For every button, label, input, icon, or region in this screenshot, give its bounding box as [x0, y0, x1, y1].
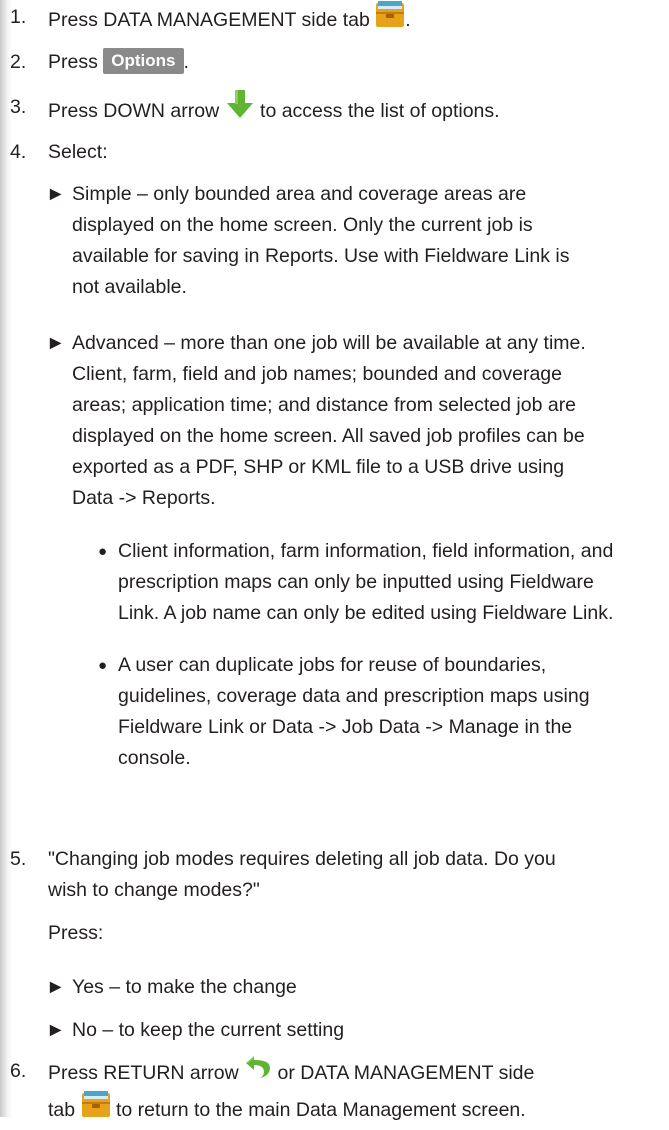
data-management-tab-icon	[375, 0, 405, 38]
step-text: Press RETURN arrow or DATA MANAGEMENT si…	[48, 1056, 660, 1130]
step-number: 3.	[10, 96, 27, 118]
triangle-bullet: ►	[46, 332, 66, 354]
dot-bullet: ●	[98, 543, 108, 560]
step-text: Press DATA MANAGEMENT side tab .	[48, 0, 660, 40]
step-number: 4.	[10, 141, 27, 163]
step-number: 1.	[10, 6, 27, 28]
step-text: Press Options.	[48, 47, 660, 78]
triangle-bullet: ►	[46, 183, 66, 205]
down-arrow-icon	[225, 89, 255, 129]
step-text: "Changing job modes requires deleting al…	[48, 848, 556, 944]
step-number: 6.	[10, 1060, 27, 1082]
return-arrow-icon	[244, 1053, 272, 1089]
options-button: Options	[103, 47, 184, 74]
data-management-tab-icon	[81, 1090, 111, 1128]
step-number: 5.	[10, 848, 27, 870]
step-text: Select:	[48, 141, 108, 163]
triangle-bullet: ►	[46, 1019, 66, 1041]
step-number: 2.	[10, 51, 27, 73]
step-text: Press DOWN arrow to access the list of o…	[48, 89, 660, 132]
dot-bullet: ●	[98, 657, 108, 674]
triangle-bullet: ►	[46, 976, 66, 998]
